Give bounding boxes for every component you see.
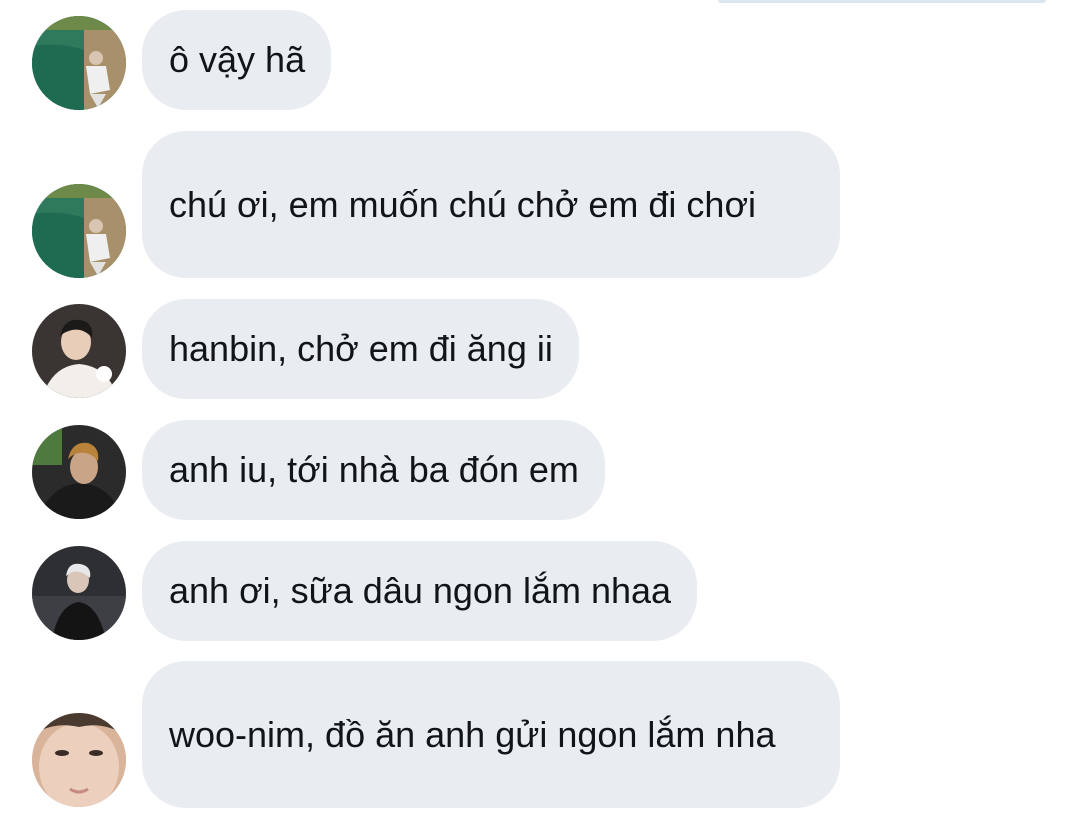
- avatar-white-shirt[interactable]: [32, 304, 126, 398]
- avatar-car-selfie[interactable]: [32, 425, 126, 519]
- message-bubble[interactable]: anh iu, tới nhà ba đón em: [142, 420, 605, 520]
- message-text: chú ơi, em muốn chú chở em đi chơi: [169, 183, 757, 225]
- avatar-green-water[interactable]: [32, 184, 126, 278]
- message-bubble[interactable]: hanbin, chở em đi ăng ii: [142, 299, 579, 399]
- message-text: ô vậy hã: [169, 39, 306, 80]
- avatar-closeup-face[interactable]: [32, 713, 126, 807]
- message-bubble[interactable]: ô vậy hã: [142, 10, 332, 110]
- chat-screen: ô vậy hã chú ơi, em muốn chú chở em đi c…: [0, 0, 1080, 815]
- avatar-night-portrait[interactable]: [32, 546, 126, 640]
- message-bubble[interactable]: anh ơi, sữa dâu ngon lắm nhaa: [142, 541, 698, 641]
- avatar-green-water[interactable]: [32, 16, 126, 110]
- message-bubble[interactable]: chú ơi, em muốn chú chở em đi chơi: [142, 131, 840, 278]
- message-bubble[interactable]: woo-nim, đồ ăn anh gửi ngon lắm nha: [142, 661, 840, 808]
- message-text: woo-nim, đồ ăn anh gửi ngon lắm nha: [169, 713, 776, 755]
- message-text: anh iu, tới nhà ba đón em: [169, 449, 579, 490]
- input-bar-edge: [718, 0, 1046, 3]
- message-text: hanbin, chở em đi ăng ii: [169, 328, 553, 369]
- message-text: anh ơi, sữa dâu ngon lắm nhaa: [169, 570, 672, 611]
